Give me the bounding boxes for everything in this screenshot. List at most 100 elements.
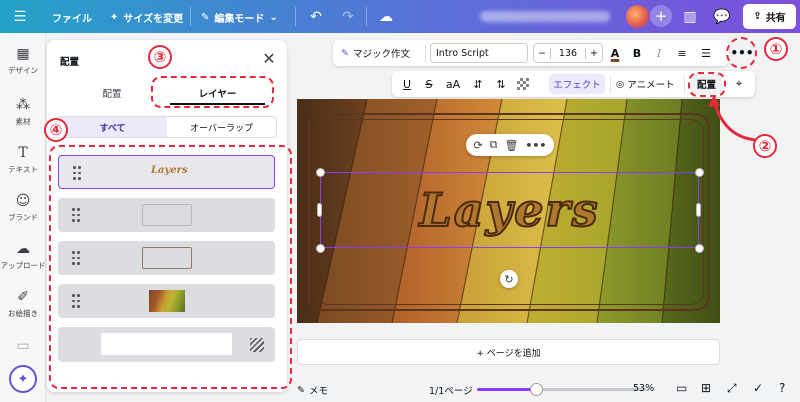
resize-handle[interactable]	[696, 203, 701, 217]
rotate-icon[interactable]: ↻	[500, 270, 518, 288]
zoom-slider[interactable]	[477, 383, 647, 396]
grid-view-icon[interactable]: ⊞	[701, 381, 711, 395]
italic-icon[interactable]: I	[652, 40, 666, 66]
cloud-saved-icon[interactable]: ☁	[376, 0, 396, 33]
layer-filter: すべて オーバーラップ	[57, 116, 277, 138]
font-name: Intro Script	[436, 47, 489, 59]
comment-add-icon[interactable]: ⟳	[473, 139, 482, 152]
page-indicator: 1/1ページ	[429, 386, 473, 397]
rail-label: ブランド	[8, 213, 38, 222]
text-toolbar: ✎ マジック作文 Intro Script − 136 + A B I ≡ ☰	[333, 40, 729, 66]
add-collaborator-button[interactable]: +	[650, 5, 672, 27]
avatar[interactable]	[626, 5, 649, 28]
add-page-button[interactable]: + ページを追加	[297, 339, 720, 365]
font-size-stepper: − 136 +	[533, 43, 603, 63]
rail-item-text[interactable]: T テキスト	[0, 145, 46, 175]
file-menu[interactable]: ファイル	[52, 10, 92, 25]
annotation-highlight-position	[688, 72, 726, 97]
rail-item-projects[interactable]: ▭	[0, 338, 46, 354]
filter-all[interactable]: すべて	[58, 117, 167, 137]
align-center-icon[interactable]: ≡	[674, 40, 690, 66]
animate-icon: ◎	[616, 78, 625, 90]
resize-handle[interactable]	[695, 168, 704, 177]
bottom-bar: ✎ メモ 1/1ページ 53% ▭ ⊞ ⤢ ✓ ?	[287, 378, 800, 402]
share-label: 共有	[765, 13, 786, 24]
redo-icon[interactable]: ↷	[338, 0, 358, 33]
insights-icon[interactable]: ▥	[680, 0, 700, 33]
decrease-font-size-button[interactable]: −	[534, 48, 550, 59]
animate-label: アニメート	[627, 80, 675, 91]
font-select[interactable]: Intro Script	[430, 43, 528, 63]
element-context-menu: ⟳ ⧉ 🗑 •••	[466, 134, 554, 156]
rail-label: アップロード	[0, 261, 46, 270]
transparency-icon[interactable]	[517, 78, 529, 90]
help-icon[interactable]: ?	[779, 381, 785, 395]
magic-write-button[interactable]: ✎ マジック作文	[341, 40, 410, 66]
divider	[425, 45, 426, 63]
rail-item-brand[interactable]: ☺ ブランド	[0, 193, 46, 223]
rail-item-draw[interactable]: ✐ お絵描き	[0, 289, 46, 319]
comment-icon[interactable]: 💬	[712, 0, 732, 33]
resize-handle[interactable]	[316, 244, 325, 253]
chevron-down-icon: ⌄	[269, 12, 278, 23]
annotation-highlight-more	[726, 37, 757, 69]
edit-mode-dropdown[interactable]: ✎ 編集モード ⌄	[201, 10, 278, 25]
menu-icon[interactable]: ☰	[10, 0, 30, 33]
trash-icon[interactable]: 🗑	[504, 139, 518, 152]
fullscreen-icon[interactable]: ⤢	[727, 381, 737, 396]
filter-label: オーバーラップ	[190, 123, 253, 134]
rail-label: テキスト	[8, 165, 38, 174]
divider	[295, 7, 296, 26]
share-button[interactable]: ⇪ 共有	[743, 4, 796, 29]
font-size-value[interactable]: 136	[550, 47, 586, 59]
underline-icon[interactable]: U	[400, 71, 414, 97]
magic-assistant-icon[interactable]: ✦	[9, 365, 37, 393]
resize-icon: ✦	[110, 12, 119, 23]
zoom-slider-fill	[477, 388, 536, 391]
copy-style-icon[interactable]: ⌖	[731, 71, 747, 97]
rail-item-uploads[interactable]: ☁ アップロード	[0, 241, 46, 271]
vertical-text-icon[interactable]: ⇅	[493, 71, 509, 97]
close-icon[interactable]: ✕	[259, 48, 279, 68]
resize-handle[interactable]	[316, 168, 325, 177]
zoom-slider-knob[interactable]	[530, 383, 543, 396]
magic-write-label: マジック作文	[352, 49, 410, 60]
notes-button[interactable]: ✎ メモ	[297, 383, 328, 398]
notes-label: メモ	[308, 386, 328, 397]
check-icon[interactable]: ✓	[753, 381, 763, 395]
filter-label: すべて	[99, 123, 126, 134]
effects-label: エフェクト	[553, 80, 601, 91]
add-page-label: + ページを追加	[476, 348, 541, 359]
effects-button[interactable]: エフェクト	[549, 74, 605, 94]
divider	[190, 7, 191, 26]
letter-spacing-icon[interactable]: ⇵	[470, 71, 486, 97]
page-view-icon[interactable]: ▭	[676, 381, 687, 395]
animate-button[interactable]: ◎ アニメート	[616, 71, 675, 97]
annotation-number: ②	[753, 134, 777, 158]
share-icon: ⇪	[753, 11, 762, 22]
annotation-highlight-layers-tab	[151, 76, 274, 108]
file-label: ファイル	[52, 14, 92, 25]
annotation-number: ④	[44, 118, 68, 142]
undo-icon[interactable]: ↶	[306, 0, 326, 33]
resize-handle[interactable]	[695, 244, 704, 253]
zoom-percentage[interactable]: 53%	[633, 383, 654, 394]
increase-font-size-button[interactable]: +	[586, 48, 602, 59]
rail-item-elements[interactable]: ⁂ 素材	[0, 97, 46, 127]
list-icon[interactable]: ☰	[698, 40, 714, 66]
resize-handle[interactable]	[317, 203, 322, 217]
letter-case-icon[interactable]: aA	[444, 71, 462, 97]
panel-title: 配置	[60, 57, 80, 68]
bold-icon[interactable]: B	[630, 40, 644, 66]
filter-overlap[interactable]: オーバーラップ	[167, 117, 276, 137]
rail-label: 素材	[15, 117, 31, 126]
resize-label: サイズを変更	[123, 14, 184, 25]
more-icon[interactable]: •••	[525, 139, 546, 152]
strikethrough-icon[interactable]: S	[422, 71, 436, 97]
resize-button[interactable]: ✦ サイズを変更	[110, 10, 183, 25]
text-color-icon[interactable]: A	[608, 40, 622, 66]
annotation-number: ①	[764, 37, 788, 61]
rail-item-design[interactable]: ▦ デザイン	[0, 46, 46, 76]
annotation-number: ③	[148, 45, 172, 69]
duplicate-icon[interactable]: ⧉	[490, 138, 498, 152]
